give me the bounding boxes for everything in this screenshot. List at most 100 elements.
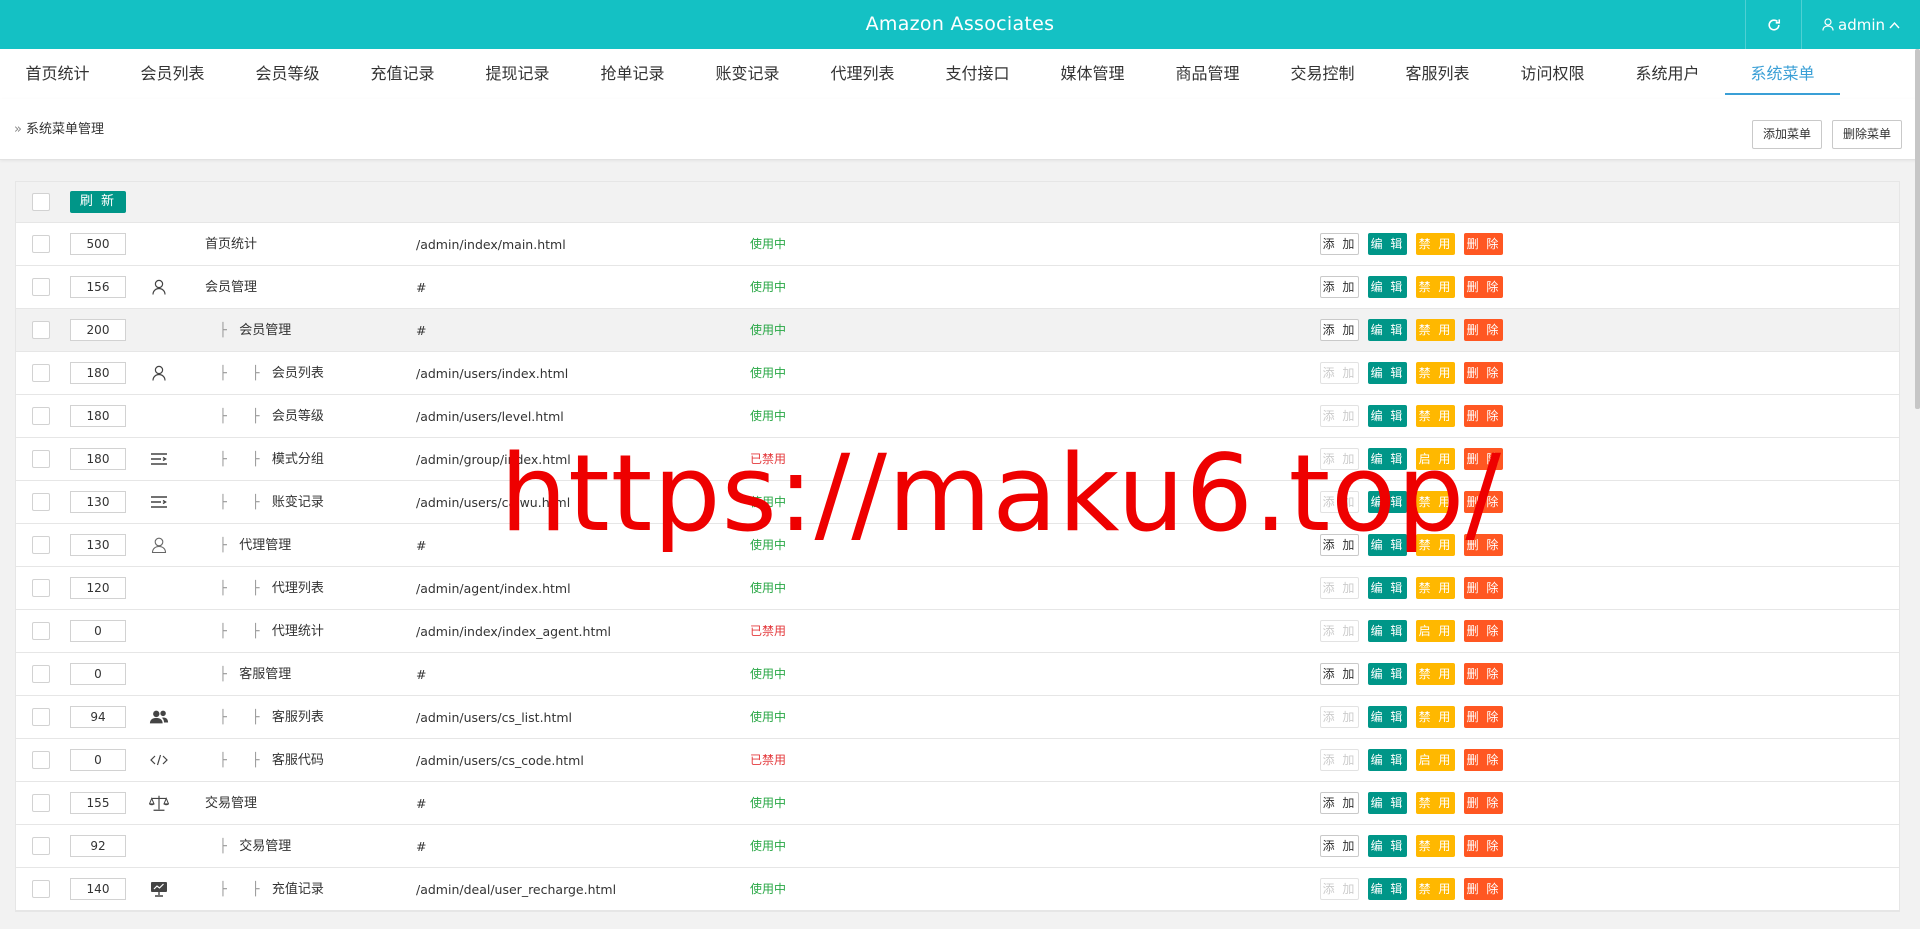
row-checkbox[interactable] [32,321,50,339]
sort-input[interactable]: 140 [70,878,126,900]
edit-button[interactable]: 编 辑 [1368,749,1407,771]
row-checkbox[interactable] [32,837,50,855]
add-button[interactable]: 添 加 [1320,319,1359,341]
tab-13[interactable]: 访问权限 [1495,49,1610,99]
add-button[interactable]: 添 加 [1320,706,1359,728]
tab-12[interactable]: 客服列表 [1380,49,1495,99]
tab-7[interactable]: 代理列表 [805,49,920,99]
add-button[interactable]: 添 加 [1320,233,1359,255]
add-button[interactable]: 添 加 [1320,577,1359,599]
disable-button[interactable]: 禁 用 [1416,276,1455,298]
select-all-checkbox[interactable] [32,193,50,211]
refresh-icon[interactable] [1745,0,1801,49]
edit-button[interactable]: 编 辑 [1368,405,1407,427]
add-button[interactable]: 添 加 [1320,448,1359,470]
row-checkbox[interactable] [32,450,50,468]
tab-15[interactable]: 系统菜单 [1725,49,1840,99]
sort-input[interactable]: 130 [70,491,126,513]
disable-button[interactable]: 禁 用 [1416,405,1455,427]
delete-button[interactable]: 删 除 [1464,749,1503,771]
add-button[interactable]: 添 加 [1320,276,1359,298]
tab-1[interactable]: 会员列表 [115,49,230,99]
disable-button[interactable]: 禁 用 [1416,319,1455,341]
tab-14[interactable]: 系统用户 [1610,49,1725,99]
add-button[interactable]: 添 加 [1320,405,1359,427]
disable-button[interactable]: 禁 用 [1416,534,1455,556]
delete-button[interactable]: 删 除 [1464,663,1503,685]
delete-menu-button[interactable]: 删除菜单 [1832,120,1903,149]
edit-button[interactable]: 编 辑 [1368,276,1407,298]
delete-button[interactable]: 删 除 [1464,491,1503,513]
sort-input[interactable]: 180 [70,448,126,470]
delete-button[interactable]: 删 除 [1464,835,1503,857]
sort-input[interactable]: 94 [70,706,126,728]
row-checkbox[interactable] [32,278,50,296]
delete-button[interactable]: 删 除 [1464,577,1503,599]
edit-button[interactable]: 编 辑 [1368,878,1407,900]
disable-button[interactable]: 禁 用 [1416,835,1455,857]
tab-10[interactable]: 商品管理 [1150,49,1265,99]
scrollbar[interactable] [1915,49,1920,409]
row-checkbox[interactable] [32,407,50,425]
delete-button[interactable]: 删 除 [1464,362,1503,384]
enable-button[interactable]: 启 用 [1416,620,1455,642]
edit-button[interactable]: 编 辑 [1368,491,1407,513]
disable-button[interactable]: 禁 用 [1416,878,1455,900]
user-menu[interactable]: admin [1801,0,1920,49]
row-checkbox[interactable] [32,579,50,597]
row-checkbox[interactable] [32,751,50,769]
disable-button[interactable]: 禁 用 [1416,663,1455,685]
add-button[interactable]: 添 加 [1320,620,1359,642]
sort-input[interactable]: 500 [70,233,126,255]
tab-9[interactable]: 媒体管理 [1035,49,1150,99]
tab-6[interactable]: 账变记录 [690,49,805,99]
sort-input[interactable]: 156 [70,276,126,298]
sort-input[interactable]: 180 [70,362,126,384]
delete-button[interactable]: 删 除 [1464,276,1503,298]
add-button[interactable]: 添 加 [1320,749,1359,771]
refresh-button[interactable]: 刷 新 [70,191,126,213]
row-checkbox[interactable] [32,622,50,640]
add-button[interactable]: 添 加 [1320,878,1359,900]
edit-button[interactable]: 编 辑 [1368,835,1407,857]
add-button[interactable]: 添 加 [1320,491,1359,513]
sort-input[interactable]: 200 [70,319,126,341]
disable-button[interactable]: 禁 用 [1416,233,1455,255]
add-button[interactable]: 添 加 [1320,362,1359,384]
tab-4[interactable]: 提现记录 [460,49,575,99]
row-checkbox[interactable] [32,364,50,382]
sort-input[interactable]: 92 [70,835,126,857]
delete-button[interactable]: 删 除 [1464,405,1503,427]
row-checkbox[interactable] [32,536,50,554]
disable-button[interactable]: 禁 用 [1416,706,1455,728]
add-button[interactable]: 添 加 [1320,534,1359,556]
add-menu-button[interactable]: 添加菜单 [1752,120,1823,149]
edit-button[interactable]: 编 辑 [1368,577,1407,599]
edit-button[interactable]: 编 辑 [1368,663,1407,685]
delete-button[interactable]: 删 除 [1464,534,1503,556]
add-button[interactable]: 添 加 [1320,663,1359,685]
delete-button[interactable]: 删 除 [1464,233,1503,255]
sort-input[interactable]: 0 [70,749,126,771]
edit-button[interactable]: 编 辑 [1368,319,1407,341]
sort-input[interactable]: 155 [70,792,126,814]
row-checkbox[interactable] [32,794,50,812]
tab-0[interactable]: 首页统计 [0,49,115,99]
tab-3[interactable]: 充值记录 [345,49,460,99]
disable-button[interactable]: 禁 用 [1416,577,1455,599]
sort-input[interactable]: 0 [70,620,126,642]
enable-button[interactable]: 启 用 [1416,448,1455,470]
edit-button[interactable]: 编 辑 [1368,448,1407,470]
edit-button[interactable]: 编 辑 [1368,534,1407,556]
tab-2[interactable]: 会员等级 [230,49,345,99]
row-checkbox[interactable] [32,235,50,253]
edit-button[interactable]: 编 辑 [1368,792,1407,814]
tab-5[interactable]: 抢单记录 [575,49,690,99]
delete-button[interactable]: 删 除 [1464,878,1503,900]
edit-button[interactable]: 编 辑 [1368,233,1407,255]
sort-input[interactable]: 180 [70,405,126,427]
disable-button[interactable]: 禁 用 [1416,362,1455,384]
add-button[interactable]: 添 加 [1320,792,1359,814]
row-checkbox[interactable] [32,665,50,683]
sort-input[interactable]: 120 [70,577,126,599]
